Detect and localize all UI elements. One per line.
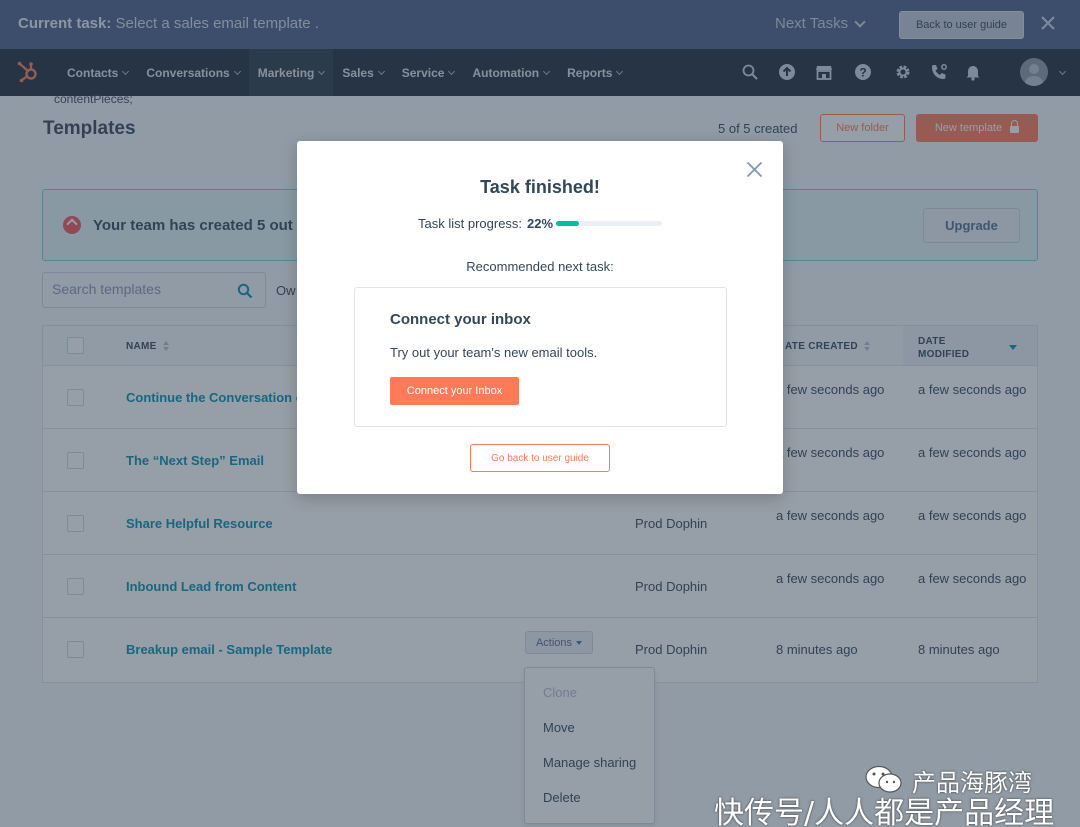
card-title: Connect your inbox (390, 311, 531, 328)
progress-bar (556, 221, 662, 226)
modal-title: Task finished! (480, 177, 600, 197)
recommended-task-card: Connect your inbox Try out your team's n… (354, 287, 727, 427)
connect-inbox-button[interactable]: Connect your Inbox (390, 377, 519, 405)
watermark-line-2: 快传号/人人都是产品经理 (714, 796, 1055, 827)
task-finished-modal: Task finished! Task list progress: 22% Re… (297, 141, 783, 494)
card-text: Try out your team's new email tools. (390, 345, 598, 360)
progress-text: Task list progress: 22% (418, 216, 553, 231)
recommended-label: Recommended next task: (466, 259, 614, 274)
go-back-to-user-guide-button[interactable]: Go back to user guide (470, 444, 610, 472)
progress-label: Task list progress: (418, 216, 523, 231)
progress-bar-fill (556, 221, 580, 226)
progress-value: 22% (527, 216, 554, 231)
close-icon[interactable] (746, 161, 763, 178)
watermark: 产品海豚湾 快传号/人人都是产品经理 (714, 760, 1074, 827)
